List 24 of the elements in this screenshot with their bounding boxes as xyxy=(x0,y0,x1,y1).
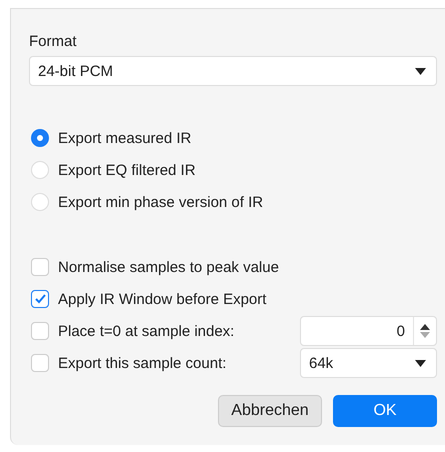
checkbox[interactable] xyxy=(31,354,49,372)
radio-label: Export EQ filtered IR xyxy=(58,162,196,178)
caret-icon xyxy=(415,360,426,366)
ok-button[interactable]: OK xyxy=(333,395,437,427)
checkmark-icon xyxy=(34,294,46,304)
radio-label: Export measured IR xyxy=(58,130,192,146)
format-label: Format xyxy=(29,33,78,50)
checkbox[interactable] xyxy=(31,290,49,308)
radio-button[interactable] xyxy=(31,161,49,179)
checkbox[interactable] xyxy=(31,322,49,340)
caret-icon xyxy=(415,68,426,74)
cancel-button[interactable]: Abbrechen xyxy=(218,395,322,427)
radio-button[interactable] xyxy=(31,129,49,147)
radio-button[interactable] xyxy=(31,193,49,211)
checkbox-label: Apply IR Window before Export xyxy=(58,290,266,308)
format-dropdown[interactable]: 24-bit PCM xyxy=(29,56,437,86)
checkbox-label: Export this sample count: xyxy=(58,354,226,372)
checkbox-label: Normalise samples to peak value xyxy=(58,258,279,276)
sample-count-dropdown[interactable]: 64k xyxy=(300,348,437,378)
checkbox[interactable] xyxy=(31,258,49,276)
number-field[interactable]: 0 xyxy=(300,316,437,346)
radio-label: Export min phase version of IR xyxy=(58,194,264,210)
stepper-icon[interactable] xyxy=(420,323,430,339)
checkbox-label: Place t=0 at sample index: xyxy=(58,322,234,340)
